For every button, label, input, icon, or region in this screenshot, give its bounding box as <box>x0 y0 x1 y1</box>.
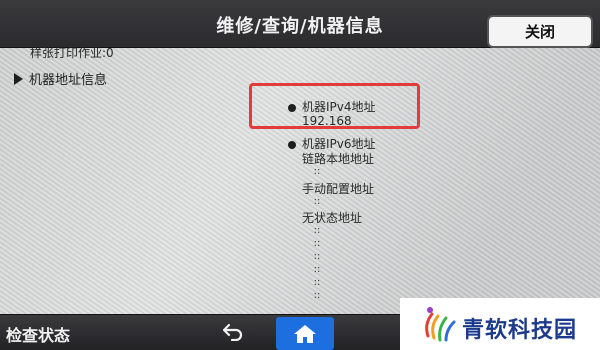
stateless-value: :: <box>313 251 321 262</box>
stateless-value: :: <box>313 277 321 288</box>
stateless-value: :: <box>313 238 321 249</box>
home-icon <box>294 324 316 343</box>
home-button[interactable] <box>276 317 334 350</box>
manual-address-value: :: <box>313 196 321 207</box>
bullet-icon <box>288 140 296 149</box>
section-label: 机器地址信息 <box>29 73 108 88</box>
link-local-value: :: <box>313 166 321 177</box>
back-arrow-icon <box>222 323 243 341</box>
stateless-value: :: <box>313 225 321 236</box>
logo-mark-icon <box>425 307 456 342</box>
link-local-label: 链路本地地址 <box>302 152 375 166</box>
manual-address-label: 手动配置地址 <box>302 182 375 196</box>
stateless-value: :: <box>313 264 321 275</box>
close-button[interactable]: 关闭 <box>487 15 593 48</box>
device-screen: 维修/查询/机器信息 关闭 样张打印作业:0 机器地址信息 机器IPv4地址 1… <box>0 0 600 350</box>
back-button[interactable] <box>213 318 253 346</box>
expand-triangle-icon <box>14 72 23 85</box>
stateless-value: :: <box>313 290 321 301</box>
sample-print-jobs-text: 样张打印作业:0 <box>30 46 114 60</box>
check-status-button[interactable]: 检查状态 <box>6 322 70 346</box>
machine-address-section[interactable]: 机器地址信息 <box>14 69 107 88</box>
logo-text: 青软科技园 <box>462 318 578 343</box>
stateless-address-label: 无状态地址 <box>302 211 363 225</box>
highlight-box <box>249 83 420 129</box>
